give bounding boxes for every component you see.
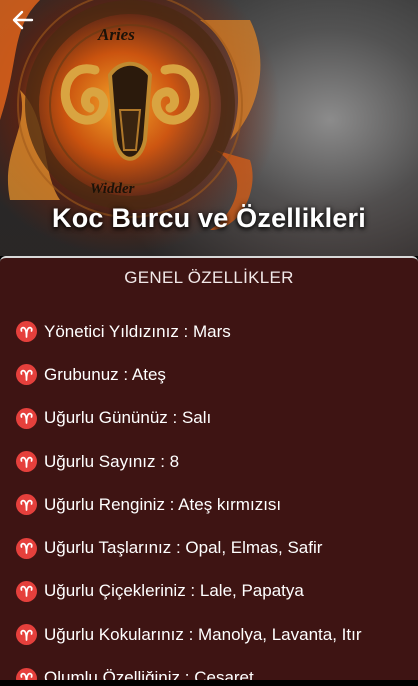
list-item: Yönetici Yıldızınız : Mars xyxy=(16,310,414,353)
list-item: Uğurlu Sayınız : 8 xyxy=(16,440,414,483)
features-list: Yönetici Yıldızınız : Mars Grubunuz : At… xyxy=(16,310,414,686)
list-item-label: Grubunuz : Ateş xyxy=(44,364,166,384)
list-item-label: Uğurlu Renginiz : Ateş kırmızısı xyxy=(44,494,282,514)
list-item-label: Uğurlu Kokularınız : Manolya, Lavanta, I… xyxy=(44,624,362,644)
features-card: GENEL ÖZELLİKLER Yönetici Yıldızınız : M… xyxy=(0,256,418,686)
aries-symbol-icon xyxy=(16,624,37,646)
aries-symbol-icon xyxy=(16,407,37,429)
list-item: Uğurlu Renginiz : Ateş kırmızısı xyxy=(16,483,414,526)
aries-symbol-icon xyxy=(16,451,37,473)
arrow-left-icon xyxy=(12,10,34,30)
back-button[interactable] xyxy=(12,10,42,38)
list-item-label: Uğurlu Çiçekleriniz : Lale, Papatya xyxy=(44,581,304,601)
list-item: Grubunuz : Ateş xyxy=(16,353,414,396)
aries-symbol-icon xyxy=(16,537,37,559)
illustration-text-widder: Widder xyxy=(90,181,135,197)
list-item: Uğurlu Taşlarınız : Opal, Elmas, Safir xyxy=(16,526,414,569)
list-item: Uğurlu Çiçekleriniz : Lale, Papatya xyxy=(16,570,414,613)
list-item: Uğurlu Kokularınız : Manolya, Lavanta, I… xyxy=(16,613,414,656)
list-item-label: Uğurlu Gününüz : Salı xyxy=(44,408,212,428)
aries-symbol-icon xyxy=(16,494,37,516)
section-title: GENEL ÖZELLİKLER xyxy=(124,268,294,287)
list-item-label: Yönetici Yıldızınız : Mars xyxy=(44,321,231,341)
header-image: Aries Widder Koc Burcu ve Özellikleri xyxy=(0,0,418,256)
bottom-edge xyxy=(0,680,418,686)
aries-symbol-icon xyxy=(16,321,37,343)
page-title: Koc Burcu ve Özellikleri xyxy=(52,203,366,233)
aries-symbol-icon xyxy=(16,364,37,386)
list-item-label: Uğurlu Sayınız : 8 xyxy=(44,451,180,471)
illustration-text-aries: Aries xyxy=(97,25,135,44)
list-item-label: Uğurlu Taşlarınız : Opal, Elmas, Safir xyxy=(44,538,323,558)
aries-symbol-icon xyxy=(16,580,37,602)
list-item: Uğurlu Gününüz : Salı xyxy=(16,397,414,440)
